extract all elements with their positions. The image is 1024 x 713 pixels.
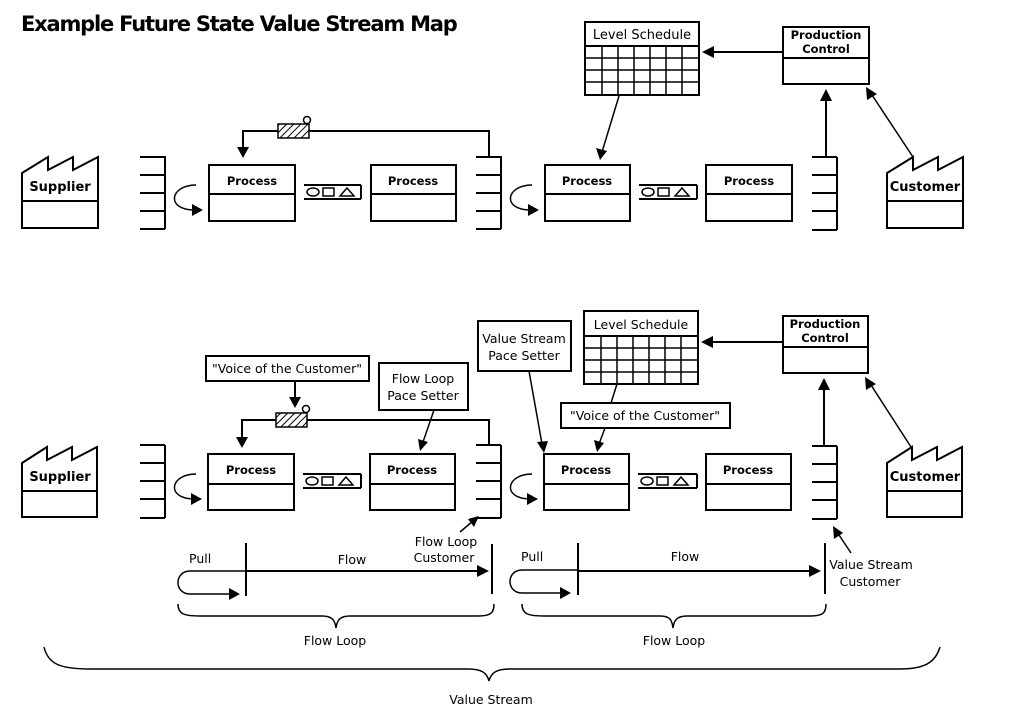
process-label: Process xyxy=(724,174,774,188)
supermarket-icon xyxy=(140,156,166,230)
production-control-label-1: Production xyxy=(791,28,862,42)
top-map: Supplier Process Process Process Process… xyxy=(21,21,964,231)
withdrawal-kanban-loop xyxy=(237,115,490,158)
kanban-post-icon xyxy=(277,123,310,139)
value-stream-pace-setter-label-1: Value Stream xyxy=(482,331,566,346)
pull-label: Pull xyxy=(189,551,211,566)
value-stream-brace: Value Stream xyxy=(43,646,941,707)
level-schedule-box: Level Schedule xyxy=(584,21,700,96)
customer-label: Customer xyxy=(890,180,961,195)
production-control-label-2: Control xyxy=(802,42,850,56)
value-stream-customer-label-2: Customer xyxy=(840,574,902,589)
process-box: Process xyxy=(369,453,456,511)
pull-arrow-icon xyxy=(173,184,203,216)
flow-label: Flow xyxy=(671,549,700,564)
level-schedule-box: Level Schedule xyxy=(583,310,699,385)
process-label: Process xyxy=(226,463,276,477)
process-label: Process xyxy=(723,463,773,477)
process-box: Process xyxy=(544,164,631,222)
info-flow-arrow xyxy=(820,89,832,157)
process-label: Process xyxy=(561,463,611,477)
flow-loop-customer-label-1: Flow Loop xyxy=(415,534,478,549)
flow-loop-brace: Flow Loop xyxy=(521,603,827,648)
page-title: Example Future State Value Stream Map xyxy=(21,12,458,36)
flow-loop-label: Flow Loop xyxy=(304,633,367,648)
process-label: Process xyxy=(562,174,612,188)
value-stream-map-diagram: Example Future State Value Stream Map Su… xyxy=(21,12,964,707)
voice-of-customer-label: "Voice of the Customer" xyxy=(212,361,362,376)
supermarket-icon xyxy=(476,444,502,519)
withdrawal-kanban-loop xyxy=(236,404,490,448)
customer-factory-icon: Customer xyxy=(886,155,964,229)
process-box: Process xyxy=(370,164,457,222)
value-stream-customer-callout: Value Stream Customer xyxy=(829,526,913,589)
level-schedule-label: Level Schedule xyxy=(594,317,689,332)
supplier-label: Supplier xyxy=(29,470,91,485)
level-schedule-label: Level Schedule xyxy=(593,28,691,43)
production-control-box: Production Control xyxy=(782,315,869,374)
value-stream-pace-setter-callout: Value Stream Pace Setter xyxy=(477,320,572,453)
flow-loop-pace-setter-label-1: Flow Loop xyxy=(392,371,455,386)
flow-loop-brace: Flow Loop xyxy=(177,603,495,648)
process-box: Process xyxy=(705,164,793,222)
production-control-label-1: Production xyxy=(790,317,861,331)
supermarket-icon xyxy=(476,156,502,230)
flow-loop-label: Flow Loop xyxy=(643,633,706,648)
value-stream-customer-label-1: Value Stream xyxy=(829,557,913,572)
pull-arrow-icon xyxy=(509,473,538,505)
info-flow-arrow xyxy=(865,377,912,448)
supermarket-icon xyxy=(140,444,166,519)
pull-arrow-icon xyxy=(509,184,539,216)
flow-loop-pace-setter-callout: Flow Loop Pace Setter xyxy=(378,362,469,451)
supplier-label: Supplier xyxy=(29,180,91,195)
customer-label: Customer xyxy=(890,470,961,485)
supermarket-icon xyxy=(812,445,838,520)
production-control-box: Production Control xyxy=(782,26,870,85)
process-box: Process xyxy=(705,453,792,511)
info-flow-arrow xyxy=(702,46,783,58)
process-box: Process xyxy=(207,453,295,511)
customer-factory-icon: Customer xyxy=(886,445,963,518)
kanban-post-icon xyxy=(275,412,308,428)
value-stream-label: Value Stream xyxy=(449,692,533,707)
process-label: Process xyxy=(387,463,437,477)
pull-label: Pull xyxy=(521,549,543,564)
process-box: Process xyxy=(208,164,296,222)
info-flow-arrow xyxy=(866,87,914,158)
voice-of-customer-label: "Voice of the Customer" xyxy=(570,408,720,423)
supplier-factory-icon: Supplier xyxy=(21,155,99,229)
production-control-label-2: Control xyxy=(801,331,849,345)
fifo-lane-icon xyxy=(303,473,362,489)
process-label: Process xyxy=(388,174,438,188)
flow-loop-pace-setter-label-2: Pace Setter xyxy=(387,388,459,403)
supermarket-icon xyxy=(812,156,838,231)
fifo-lane-icon xyxy=(639,184,698,200)
supplier-factory-icon: Supplier xyxy=(21,445,98,518)
info-flow-arrow xyxy=(818,378,830,446)
flow-loop-customer-label-2: Customer xyxy=(414,550,476,565)
process-box: Process xyxy=(543,453,630,511)
voice-of-customer-callout: "Voice of the Customer" xyxy=(560,383,731,452)
fifo-lane-icon xyxy=(638,473,698,489)
info-flow-arrow xyxy=(701,336,783,348)
process-label: Process xyxy=(227,174,277,188)
pull-flow-legend: Pull Flow Pull Flow xyxy=(177,543,826,600)
value-stream-pace-setter-label-2: Pace Setter xyxy=(488,348,560,363)
voice-of-customer-callout: "Voice of the Customer" xyxy=(205,355,370,408)
schedule-arrow xyxy=(596,95,620,160)
fifo-lane-icon xyxy=(304,184,362,200)
flow-loop-customer-callout: Flow Loop Customer xyxy=(414,516,479,565)
pull-arrow-icon xyxy=(173,473,202,505)
flow-label: Flow xyxy=(338,552,367,567)
